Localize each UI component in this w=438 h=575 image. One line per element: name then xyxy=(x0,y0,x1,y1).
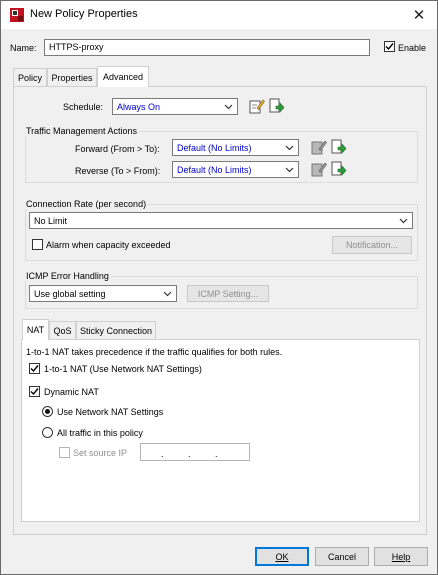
forward-select[interactable]: Default (No Limits) xyxy=(172,139,299,156)
help-button[interactable]: Help xyxy=(374,547,428,566)
ok-button-label: OK xyxy=(275,551,289,562)
reverse-label: Reverse (To > From): xyxy=(75,166,161,176)
edit-icon[interactable] xyxy=(249,98,265,114)
connection-rate-select[interactable]: No Limit xyxy=(29,212,413,229)
name-label: Name: xyxy=(10,43,37,53)
forward-value: Default (No Limits) xyxy=(177,142,252,153)
one-to-one-nat-checkbox[interactable] xyxy=(29,363,40,374)
one-to-one-nat-label: 1-to-1 NAT (Use Network NAT Settings) xyxy=(44,364,202,374)
edit-icon[interactable] xyxy=(311,161,327,177)
alarm-label: Alarm when capacity exceeded xyxy=(46,240,171,250)
icmp-setting-button-label: ICMP Setting... xyxy=(197,288,259,299)
cancel-button[interactable]: Cancel xyxy=(315,547,369,566)
schedule-label: Schedule: xyxy=(63,102,104,112)
tab-policy[interactable]: Policy xyxy=(13,68,47,87)
tab-advanced[interactable]: Advanced xyxy=(97,66,149,87)
dynamic-nat-label: Dynamic NAT xyxy=(44,387,99,397)
name-input[interactable]: HTTPS-proxy xyxy=(44,39,370,56)
subtab-sticky-connection-label: Sticky Connection xyxy=(79,326,153,336)
tab-advanced-label: Advanced xyxy=(102,72,144,82)
dynamic-nat-checkbox[interactable] xyxy=(29,386,40,397)
enable-checkbox[interactable] xyxy=(384,41,395,52)
chevron-down-icon xyxy=(163,291,172,296)
close-button[interactable]: ✕ xyxy=(405,1,433,29)
ip-separator-1: . xyxy=(161,449,164,459)
set-source-ip-checkbox[interactable] xyxy=(59,447,70,458)
connection-rate-value: No Limit xyxy=(34,215,68,226)
notification-button-label: Notification... xyxy=(345,240,399,250)
edit-icon[interactable] xyxy=(311,139,327,155)
enable-label: Enable xyxy=(398,43,427,53)
tab-properties[interactable]: Properties xyxy=(47,68,97,87)
chevron-down-icon xyxy=(399,218,408,223)
title-bar[interactable]: New Policy Properties ✕ xyxy=(1,1,437,29)
reverse-value: Default (No Limits) xyxy=(177,164,252,175)
chevron-down-icon xyxy=(285,167,294,172)
use-network-nat-label: Use Network NAT Settings xyxy=(57,407,164,417)
set-source-ip-label: Set source IP xyxy=(73,448,128,458)
subtab-nat[interactable]: NAT xyxy=(22,319,49,340)
checkmark-icon xyxy=(30,365,39,373)
add-icon[interactable] xyxy=(331,161,347,177)
nat-info-text: 1-to-1 NAT takes precedence if the traff… xyxy=(26,347,283,357)
dialog-window: New Policy Properties ✕ Name: HTTPS-prox… xyxy=(0,0,438,575)
all-traffic-radio[interactable] xyxy=(42,427,53,438)
watchguard-logo-icon xyxy=(10,8,24,22)
icmp-title: ICMP Error Handling xyxy=(24,271,111,281)
reverse-select[interactable]: Default (No Limits) xyxy=(172,161,299,178)
icmp-setting-button[interactable]: ICMP Setting... xyxy=(187,285,269,302)
subtab-sticky-connection[interactable]: Sticky Connection xyxy=(76,321,156,340)
notification-button[interactable]: Notification... xyxy=(332,236,412,254)
close-icon: ✕ xyxy=(412,7,426,24)
checkmark-icon xyxy=(385,43,394,51)
subtab-nat-label: NAT xyxy=(26,325,45,335)
connection-rate-title: Connection Rate (per second) xyxy=(24,199,149,209)
window-title: New Policy Properties xyxy=(30,8,138,20)
icmp-value: Use global setting xyxy=(34,288,106,299)
checkmark-icon xyxy=(30,388,39,396)
ip-separator-2: . xyxy=(188,449,191,459)
ip-separator-3: . xyxy=(215,449,218,459)
alarm-checkbox[interactable] xyxy=(32,239,43,250)
traffic-management-title: Traffic Management Actions xyxy=(24,126,140,136)
icmp-select[interactable]: Use global setting xyxy=(29,285,177,302)
chevron-down-icon xyxy=(224,104,233,109)
tab-policy-label: Policy xyxy=(17,73,42,83)
subtab-qos[interactable]: QoS xyxy=(49,321,76,340)
add-icon[interactable] xyxy=(269,98,285,114)
chevron-down-icon xyxy=(285,145,294,150)
tab-properties-label: Properties xyxy=(51,73,93,83)
use-network-nat-radio[interactable] xyxy=(42,406,53,417)
schedule-value: Always On xyxy=(117,101,161,112)
cancel-button-label: Cancel xyxy=(327,551,356,562)
schedule-select[interactable]: Always On xyxy=(112,98,238,115)
forward-label: Forward (From > To): xyxy=(75,144,160,154)
help-button-label: Help xyxy=(391,551,411,562)
ok-button[interactable]: OK xyxy=(255,547,309,566)
all-traffic-label: All traffic in this policy xyxy=(57,428,143,438)
add-icon[interactable] xyxy=(331,139,347,155)
radio-selected-dot xyxy=(45,409,50,414)
source-ip-input[interactable]: . . . xyxy=(140,443,250,461)
subtab-qos-label: QoS xyxy=(53,326,72,336)
